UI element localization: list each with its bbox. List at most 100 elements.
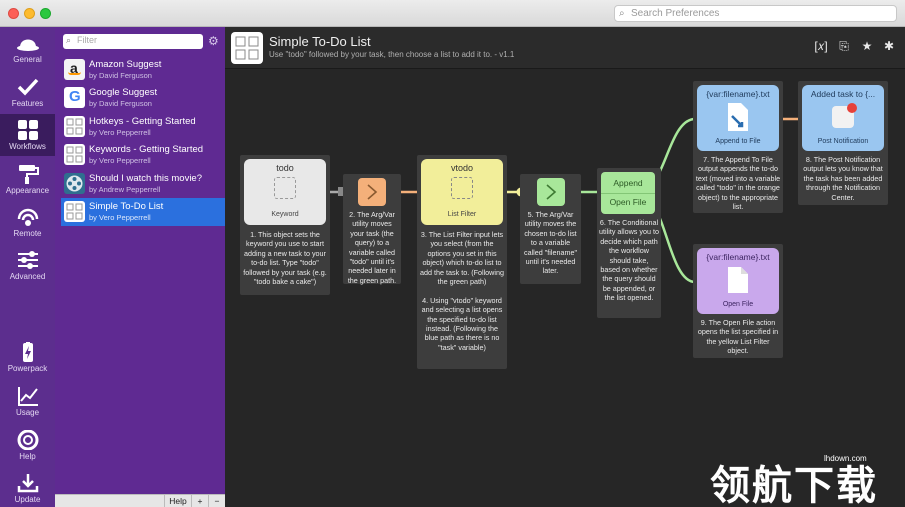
nav-item-help[interactable]: Help — [0, 424, 55, 466]
workflow-list-toolbar: Help + − — [55, 494, 225, 507]
listfilter-type-label: List Filter — [447, 211, 477, 218]
workflow-title: Google Suggest — [89, 87, 158, 98]
workflow-author: by David Ferguson — [89, 71, 152, 80]
preferences-nav: General Features Workflows Appearance Re… — [0, 27, 55, 507]
listfilter-node[interactable]: vtodo List Filter — [421, 159, 503, 225]
nav-item-powerpack[interactable]: Powerpack — [0, 336, 55, 378]
conditional-description: 6. The Conditional utility allows you to… — [599, 218, 659, 303]
argvar-filename-description: 5. The Arg/Var utility moves the chosen … — [523, 210, 578, 276]
openfile-title: {var:filename}.txt — [706, 252, 770, 262]
gear-icon[interactable]: ⚙ — [208, 34, 220, 48]
chevron-right-icon — [546, 184, 557, 200]
argvar-filename-node[interactable] — [537, 178, 565, 206]
lifebuoy-icon — [17, 430, 38, 450]
workflow-author: by Vero Pepperrell — [89, 128, 151, 137]
workflow-title: Simple To-Do List — [89, 201, 164, 212]
download-icon — [17, 474, 38, 493]
workflow-list-panel: ⌕ Filter ⚙ a Amazon Suggest by David Fer… — [55, 27, 225, 507]
workflow-grid-icon — [64, 116, 85, 137]
filter-placeholder: Filter — [77, 35, 97, 45]
search-icon: ⌕ — [619, 8, 625, 19]
workflow-grid-icon — [64, 144, 85, 165]
argvar-todo-description: 2. The Arg/Var utility moves your task (… — [347, 210, 397, 285]
conditional-node[interactable]: Append Open File — [601, 172, 655, 214]
nav-item-usage[interactable]: Usage — [0, 380, 55, 422]
workflow-filter-input[interactable]: ⌕ Filter — [63, 34, 203, 49]
notification-title: Added task to {... — [810, 89, 876, 99]
workflow-item-hotkeys[interactable]: Hotkeys - Getting Started by Vero Pepper… — [61, 113, 225, 141]
appendfile-node[interactable]: {var:filename}.txt Append to File — [697, 85, 779, 151]
keyword-type-label: Keyword — [271, 211, 299, 218]
search-preferences-input[interactable]: ⌕ Search Preferences — [614, 5, 897, 22]
keyword-node[interactable]: todo Keyword — [244, 159, 326, 225]
keyword-title: todo — [276, 163, 294, 173]
remote-icon — [17, 208, 38, 226]
conditional-open-label: Open File — [609, 197, 647, 207]
film-reel-icon — [64, 173, 85, 194]
workflow-title: Amazon Suggest — [89, 59, 162, 70]
openfile-description: 9. The Open File action opens the list s… — [697, 318, 779, 356]
search-placeholder: Search Preferences — [631, 8, 720, 19]
keyword-grid-icon — [274, 177, 296, 199]
nav-item-workflows[interactable]: Workflows — [0, 114, 55, 156]
argvar-todo-node[interactable] — [358, 178, 386, 206]
battery-icon — [22, 342, 33, 362]
workflow-editor-canvas[interactable]: Simple To-Do List Use "todo" followed by… — [225, 27, 905, 507]
workflow-title: Should I watch this movie? — [89, 173, 203, 184]
help-button[interactable]: Help — [164, 495, 191, 507]
google-logo-icon: G — [64, 87, 85, 108]
nav-label: Usage — [15, 408, 40, 417]
nav-label: Remote — [13, 229, 42, 238]
alfred-preferences-window: ⌕ Search Preferences General Features Wo… — [0, 0, 905, 507]
conditional-append-label: Append — [613, 178, 643, 188]
zoom-window-button[interactable] — [40, 8, 51, 19]
remove-workflow-button[interactable]: − — [208, 495, 225, 507]
nav-label: Help — [19, 452, 36, 461]
nav-label: General — [13, 55, 42, 64]
notification-type-label: Post Notification — [817, 138, 869, 145]
close-window-button[interactable] — [8, 8, 19, 19]
listfilter-description: 3. The List Filter input lets you select… — [420, 230, 504, 352]
paint-roller-icon — [18, 165, 39, 184]
appendfile-type-label: Append to File — [715, 138, 761, 145]
workflow-grid-icon — [64, 201, 85, 222]
nav-label: Update — [14, 495, 41, 504]
nav-label: Workflows — [9, 142, 46, 151]
workflow-item-amazon-suggest[interactable]: a Amazon Suggest by David Ferguson — [61, 56, 225, 84]
notification-node[interactable]: Added task to {... Post Notification — [802, 85, 884, 151]
nav-item-update[interactable]: Update — [0, 467, 55, 507]
nav-label: Features — [11, 99, 44, 108]
chevron-right-icon — [367, 184, 378, 200]
minimize-window-button[interactable] — [24, 8, 35, 19]
workflow-item-google-suggest[interactable]: G Google Suggest by David Ferguson — [61, 84, 225, 112]
add-workflow-button[interactable]: + — [191, 495, 208, 507]
watermark-site: lhdown.com — [824, 454, 867, 463]
chart-icon — [17, 387, 38, 406]
nav-item-appearance[interactable]: Appearance — [0, 158, 55, 200]
nav-label: Appearance — [5, 186, 50, 195]
workflow-title: Keywords - Getting Started — [89, 144, 204, 155]
workflow-author: by Andrew Pepperrell — [89, 185, 161, 194]
nav-item-general[interactable]: General — [0, 27, 55, 69]
workflow-item-movie[interactable]: Should I watch this movie? by Andrew Pep… — [61, 170, 225, 198]
search-icon: ⌕ — [66, 35, 72, 45]
workflow-author: by Vero Pepperrell — [89, 213, 151, 222]
nav-item-features[interactable]: Features — [0, 71, 55, 113]
notification-icon — [832, 103, 857, 128]
workflow-item-simple-todo[interactable]: Simple To-Do List by Vero Pepperrell — [61, 198, 225, 226]
nav-item-advanced[interactable]: Advanced — [0, 244, 55, 286]
listfilter-title: vtodo — [450, 163, 474, 173]
append-file-icon — [728, 103, 748, 131]
appendfile-title: {var:filename}.txt — [706, 89, 770, 99]
openfile-node[interactable]: {var:filename}.txt Open File — [697, 248, 779, 314]
openfile-type-label: Open File — [722, 301, 754, 308]
grid-icon — [17, 120, 38, 140]
workflow-author: by David Ferguson — [89, 99, 152, 108]
checkmark-icon — [17, 78, 38, 96]
nav-label: Powerpack — [7, 364, 48, 373]
sliders-icon — [17, 251, 38, 269]
title-bar: ⌕ Search Preferences — [0, 0, 905, 27]
workflow-item-keywords[interactable]: Keywords - Getting Started by Vero Peppe… — [61, 141, 225, 169]
keyword-description: 1. This object sets the keyword you use … — [243, 230, 327, 287]
nav-item-remote[interactable]: Remote — [0, 201, 55, 243]
